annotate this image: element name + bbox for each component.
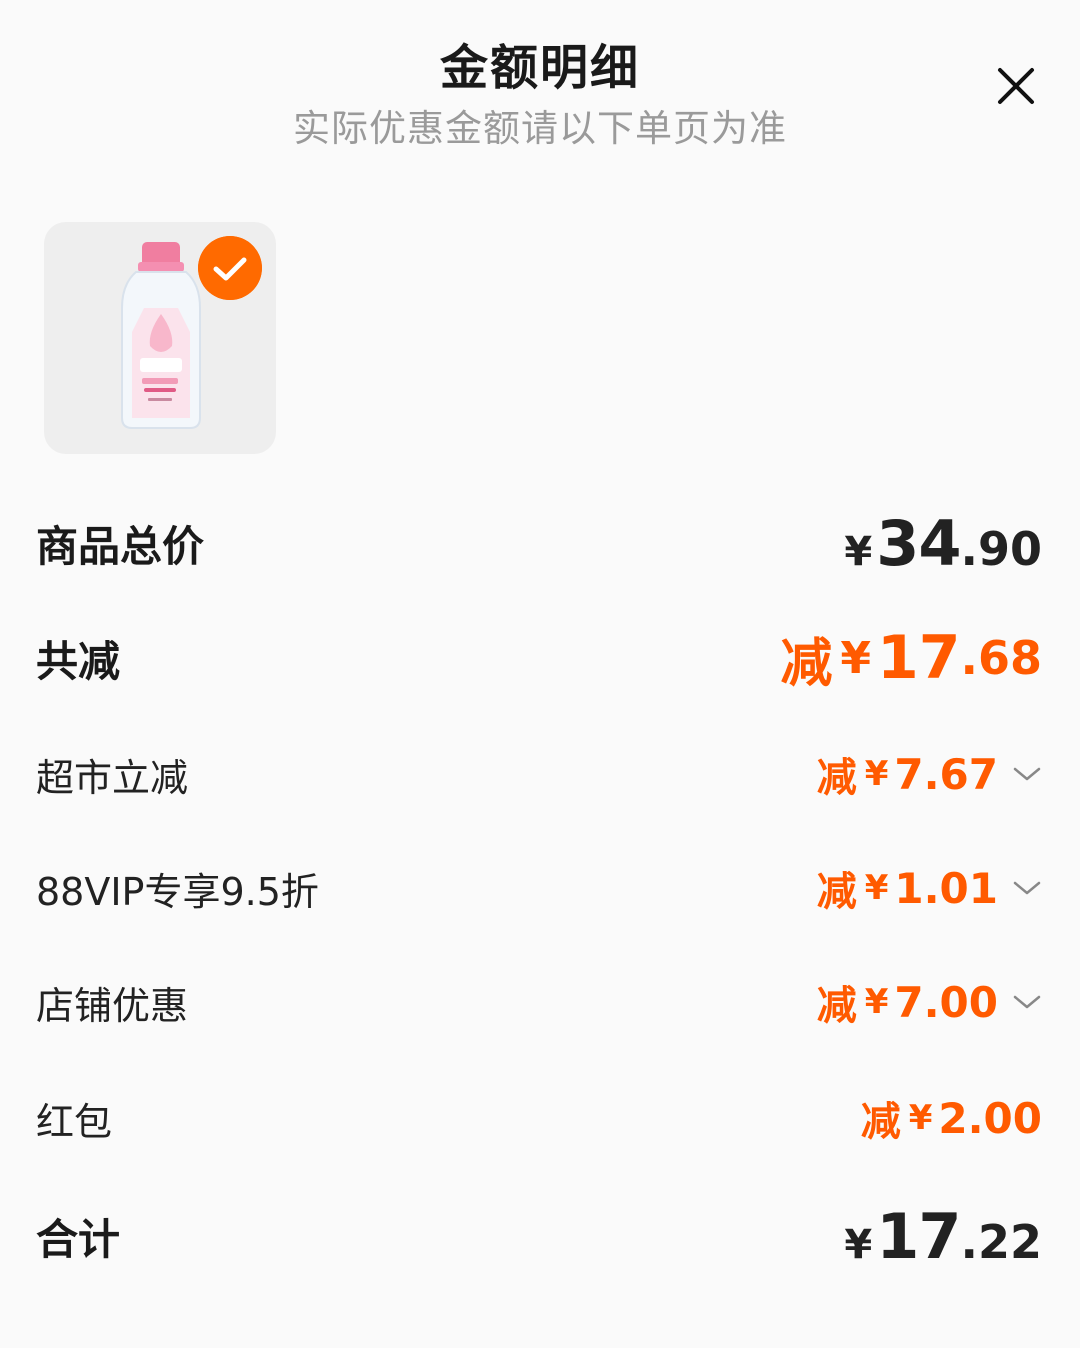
discount-label: 红包 [36,1099,113,1144]
check-icon[interactable] [198,236,262,300]
discount-integer: 17 [877,623,961,693]
yen-symbol: ¥ [864,868,889,908]
total-price-label: 商品总价 [36,521,205,571]
discount-amount: 7.00 [894,977,998,1027]
yen-symbol: ¥ [844,1221,873,1268]
total-discount-value: 减 ¥ 17 .68 [780,621,1042,696]
chevron-down-icon[interactable] [1012,992,1042,1012]
yen-symbol: ¥ [864,754,889,794]
amount-detail-sheet: 金额明细 实际优惠金额请以下单页为准 商品总价 ¥ 34 .90 共减 减 ¥ … [0,0,1080,1348]
discount-prefix: 减 [816,755,857,801]
discount-value: 减 ¥ 7.00 [817,973,1042,1031]
discount-label: 超市立减 [36,755,189,800]
discount-amount: 2.00 [938,1093,1042,1143]
final-total-value: ¥ 17 .22 [844,1200,1042,1273]
page-title: 金额明细 [439,40,640,96]
discount-row-88vip[interactable]: 88VIP专享9.5折 减 ¥ 1.01 [36,858,1042,918]
yen-symbol: ¥ [864,982,889,1022]
price-integer: 17 [876,1199,961,1273]
discount-prefix: 减 [816,869,857,915]
chevron-down-icon[interactable] [1012,764,1042,784]
discount-row-store[interactable]: 店铺优惠 减 ¥ 7.00 [36,972,1042,1032]
discount-amount: 1.01 [894,863,998,913]
discount-prefix: 减 [780,633,833,694]
chevron-down-icon[interactable] [1012,878,1042,898]
discount-amount: 7.67 [894,749,998,799]
discount-value: 减 ¥ 2.00 [861,1089,1042,1147]
price-integer: 34 [876,506,961,580]
discount-value: 减 ¥ 1.01 [817,859,1042,917]
discount-row-red-packet: 红包 减 ¥ 2.00 [36,1088,1042,1148]
page-subtitle: 实际优惠金额请以下单页为准 [293,107,787,150]
discount-prefix: 减 [860,1099,901,1145]
yen-symbol: ¥ [908,1098,933,1138]
price-decimal: .90 [960,521,1043,576]
total-discount-row: 共减 减 ¥ 17 .68 [36,622,1042,694]
yen-symbol: ¥ [840,632,871,684]
discount-row-supermarket[interactable]: 超市立减 减 ¥ 7.67 [36,744,1042,804]
discount-value: 减 ¥ 7.67 [817,745,1042,803]
yen-symbol: ¥ [844,528,873,575]
discount-decimal: .68 [960,631,1043,685]
discount-label: 88VIP专享9.5折 [36,869,319,914]
discount-prefix: 减 [816,983,857,1029]
final-total-row: 合计 ¥ 17 .22 [36,1200,1042,1273]
total-price-row: 商品总价 ¥ 34 .90 [36,507,1042,580]
total-discount-label: 共减 [36,636,121,686]
final-total-label: 合计 [36,1214,121,1264]
total-price-value: ¥ 34 .90 [844,507,1042,580]
price-decimal: .22 [960,1214,1043,1269]
discount-label: 店铺优惠 [36,983,189,1028]
close-icon[interactable] [992,62,1040,110]
